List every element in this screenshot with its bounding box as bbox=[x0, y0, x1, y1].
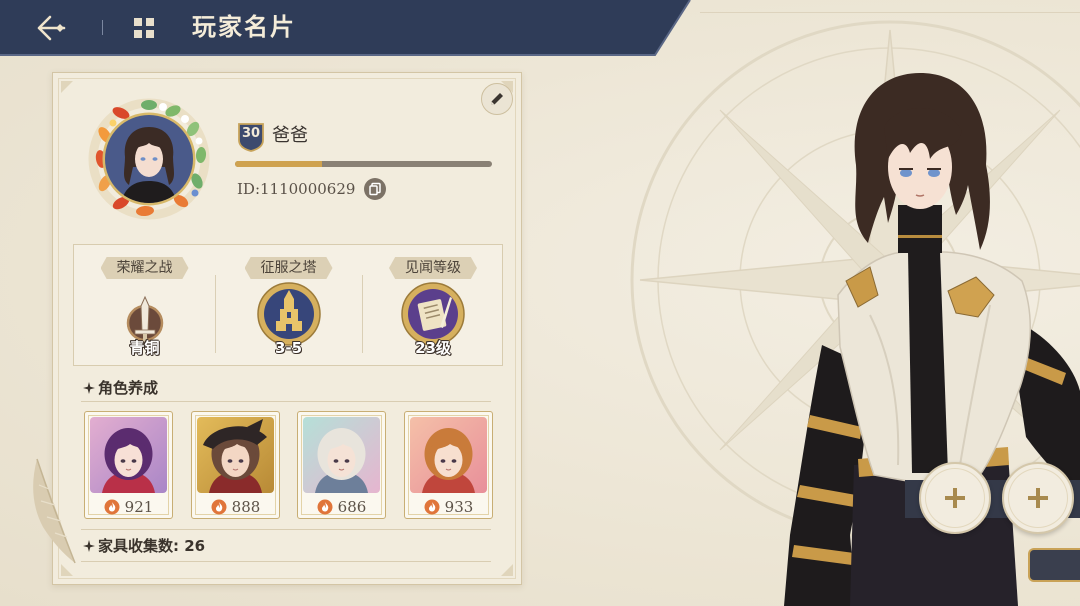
copy-icon bbox=[369, 182, 381, 196]
fire-icon bbox=[104, 499, 120, 515]
fire-icon bbox=[424, 499, 440, 515]
stat-knowledge-level[interactable]: 见闻等级 23级 bbox=[362, 245, 504, 365]
add-slot-button-1[interactable] bbox=[919, 462, 991, 534]
level-badge: 30 bbox=[237, 122, 265, 152]
corner-ornament-icon bbox=[61, 81, 73, 93]
exp-progress-fill bbox=[235, 161, 323, 167]
stat-label: 荣耀之战 bbox=[100, 257, 189, 279]
player-id: ID:1110000629 bbox=[237, 180, 356, 198]
power-value: 888 bbox=[231, 498, 261, 516]
fire-icon bbox=[317, 499, 333, 515]
pencil-icon bbox=[491, 93, 503, 105]
character-portrait bbox=[410, 417, 487, 493]
star-bullet-icon bbox=[83, 382, 95, 394]
header-banner bbox=[0, 0, 691, 56]
character-card[interactable]: 686 bbox=[297, 411, 386, 519]
add-slot-button-2[interactable] bbox=[1002, 462, 1074, 534]
exp-progress-bar bbox=[235, 161, 492, 167]
feather-decoration bbox=[33, 458, 76, 564]
power-value: 686 bbox=[337, 498, 367, 516]
header-divider bbox=[102, 20, 103, 35]
level-value: 30 bbox=[241, 126, 261, 141]
edit-profile-button[interactable] bbox=[481, 83, 513, 115]
divider-line bbox=[81, 401, 491, 402]
section-title-text: 角色养成 bbox=[98, 379, 159, 397]
stat-value: 3-5 bbox=[274, 339, 303, 357]
stat-value: 23级 bbox=[415, 339, 451, 357]
character-card[interactable]: 888 bbox=[191, 411, 280, 519]
side-tab-button[interactable] bbox=[1028, 548, 1080, 582]
grid-menu-icon bbox=[134, 18, 154, 38]
character-portrait bbox=[303, 417, 380, 493]
page-title: 玩家名片 bbox=[192, 13, 296, 41]
copy-id-button[interactable] bbox=[364, 178, 386, 200]
divider-line bbox=[81, 561, 491, 562]
plus-icon bbox=[1028, 488, 1048, 508]
character-portrait bbox=[90, 417, 167, 493]
corner-ornament-icon bbox=[501, 564, 513, 576]
character-power: 921 bbox=[85, 497, 172, 517]
fire-icon bbox=[211, 499, 227, 515]
furniture-count-text: 家具收集数: 26 bbox=[98, 537, 206, 555]
character-card[interactable]: 921 bbox=[84, 411, 173, 519]
section-character-growth: 角色养成 bbox=[83, 378, 158, 398]
back-button[interactable] bbox=[34, 13, 68, 43]
stats-box: 荣耀之战 青铜 征服之塔 3-5 见闻等级 23级 bbox=[73, 244, 503, 366]
player-name: 爸爸 bbox=[272, 125, 308, 146]
back-arrow-icon bbox=[37, 15, 66, 41]
stat-conquest-tower[interactable]: 征服之塔 3-5 bbox=[215, 245, 362, 365]
character-power: 686 bbox=[298, 497, 385, 517]
player-card-panel: 30 爸爸 ID:1110000629 荣耀之战 青铜 征服之塔 3-5 见闻等… bbox=[52, 72, 522, 585]
character-power: 888 bbox=[192, 497, 279, 517]
character-power: 933 bbox=[405, 497, 492, 517]
paper-border-line bbox=[700, 12, 1080, 13]
character-portrait bbox=[197, 417, 274, 493]
character-card[interactable]: 933 bbox=[404, 411, 493, 519]
furniture-count: 家具收集数: 26 bbox=[83, 536, 205, 556]
plus-icon bbox=[945, 488, 965, 508]
divider-line bbox=[81, 529, 491, 530]
menu-button[interactable] bbox=[132, 16, 156, 40]
player-avatar[interactable] bbox=[85, 95, 213, 223]
power-value: 933 bbox=[444, 498, 474, 516]
stat-value: 青铜 bbox=[129, 339, 160, 357]
stat-glory-battle[interactable]: 荣耀之战 青铜 bbox=[74, 245, 215, 365]
stat-label: 见闻等级 bbox=[389, 257, 477, 279]
power-value: 921 bbox=[124, 498, 154, 516]
stat-label: 征服之塔 bbox=[244, 257, 333, 279]
star-bullet-icon bbox=[83, 540, 95, 552]
